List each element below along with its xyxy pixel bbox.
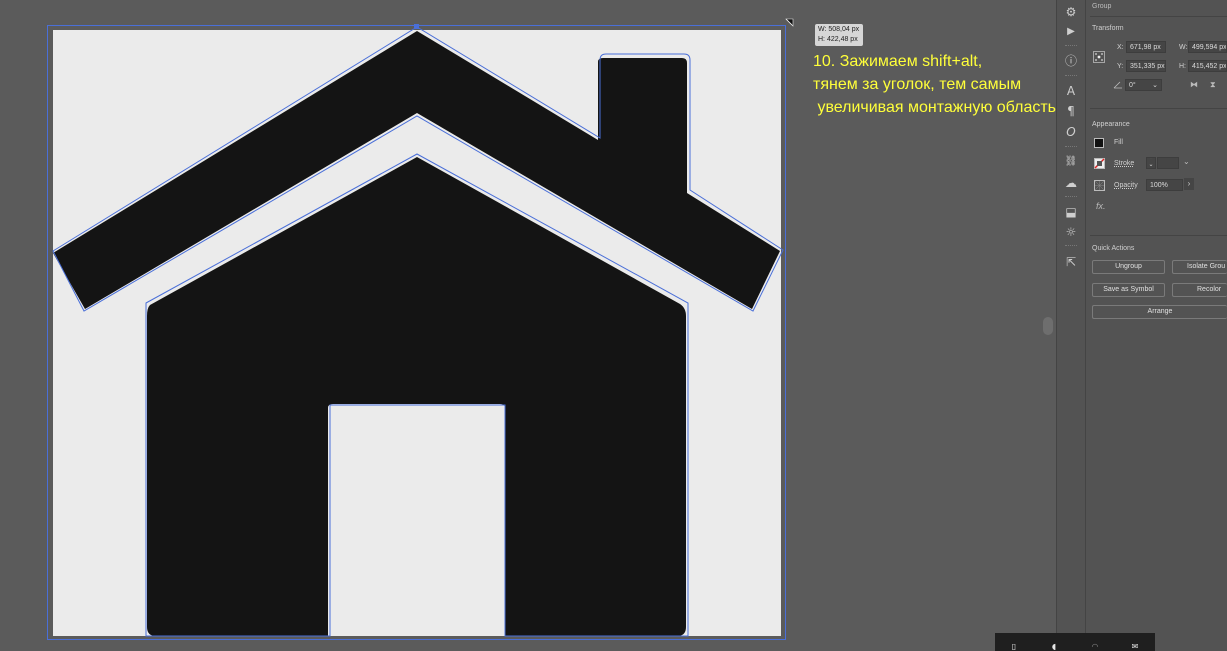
paragraph-icon[interactable]: ¶ (1063, 103, 1079, 119)
panel-divider (1090, 16, 1227, 17)
selection-type-label: Group (1092, 3, 1112, 10)
isolate-group-button[interactable]: Isolate Grou (1172, 260, 1227, 274)
resize-cursor-icon (785, 18, 794, 27)
sun-icon[interactable]: ☼ (1063, 224, 1079, 240)
stroke-none-swatch-icon[interactable] (1094, 158, 1105, 169)
save-as-symbol-button[interactable]: Save as Symbol (1092, 283, 1165, 297)
w-label: W: (1179, 44, 1188, 51)
y-field[interactable]: 351,335 px (1126, 60, 1166, 72)
stroke-weight-field[interactable] (1157, 157, 1179, 169)
y-label: Y: (1117, 63, 1124, 70)
quick-actions-title: Quick Actions (1092, 245, 1135, 252)
fill-swatch[interactable] (1094, 138, 1104, 148)
stroke-label[interactable]: Stroke (1114, 160, 1134, 167)
opentype-icon[interactable]: O (1063, 124, 1079, 140)
fill-label: Fill (1114, 139, 1123, 146)
x-label: X: (1117, 44, 1124, 51)
x-field[interactable]: 671,98 px (1126, 41, 1166, 53)
taskbar-fragment: ▯ ◖ ◠ ✉ (995, 633, 1155, 651)
appearance-section-title: Appearance (1092, 121, 1130, 128)
chevron-right-icon[interactable]: › (1184, 178, 1194, 190)
arrange-button[interactable]: Arrange (1092, 305, 1227, 319)
tool-separator (1065, 146, 1077, 147)
scrollbar-thumb[interactable] (1043, 317, 1053, 335)
tool-separator (1065, 196, 1077, 197)
tooltip-width: W: 508,04 px (818, 26, 860, 33)
tool-separator (1065, 245, 1077, 246)
opacity-icon (1094, 180, 1105, 191)
h-label: H: (1179, 63, 1186, 70)
angle-icon (1113, 81, 1122, 89)
recolor-button[interactable]: Recolor (1172, 283, 1227, 297)
h-field[interactable]: 415,452 px (1188, 60, 1227, 72)
stroke-weight-stepper[interactable]: ⌃ ⌄ (1146, 157, 1156, 169)
network-icon[interactable]: ◠ (1091, 643, 1099, 651)
anchor-point[interactable] (414, 24, 419, 29)
panel-divider (1090, 235, 1227, 236)
external-link-icon[interactable]: ⇱ (1063, 254, 1079, 270)
tool-separator (1065, 75, 1077, 76)
links-icon[interactable]: ⛓ (1063, 154, 1079, 170)
w-field[interactable]: 499,594 px (1188, 41, 1227, 53)
panel-icon-strip: ⚙ ▶ ⓘ A ¶ O ⛓ ☁ ⬓ ☼ ⇱ (1056, 0, 1086, 651)
rotate-angle-value: 0° (1129, 82, 1136, 89)
export-icon[interactable]: ⬓ (1063, 204, 1079, 220)
opacity-label[interactable]: Opacity (1114, 182, 1138, 189)
tooltip-height: H: 422,48 px (818, 36, 858, 43)
opacity-field[interactable]: 100% (1146, 179, 1183, 191)
panel-divider (1090, 108, 1227, 109)
play-icon[interactable]: ▶ (1063, 24, 1079, 40)
size-tooltip: W: 508,04 px H: 422,48 px (815, 24, 863, 46)
flip-vertical-icon[interactable]: ⧗ (1210, 80, 1216, 90)
usb-icon[interactable]: ▯ (1010, 643, 1018, 651)
illustrator-window: W: 508,04 px H: 422,48 px 10. Зажимаем s… (0, 0, 1227, 651)
tool-separator (1065, 45, 1077, 46)
transform-section-title: Transform (1092, 25, 1124, 32)
ungroup-button[interactable]: Ungroup (1092, 260, 1165, 274)
speaker-icon[interactable]: ◖ (1050, 643, 1058, 651)
chevron-down-icon[interactable]: ⌄ (1183, 157, 1190, 166)
flip-horizontal-icon[interactable]: ⧓ (1190, 80, 1198, 89)
properties-panel: Group Transform X: 671,98 px W: 499,594 … (1086, 0, 1227, 651)
reference-point-icon[interactable] (1093, 51, 1105, 63)
tutorial-instruction: 10. Зажимаем shift+alt, тянем за уголок,… (813, 53, 1061, 116)
cc-libraries-icon[interactable]: ☁ (1063, 175, 1079, 191)
chevron-down-icon[interactable]: ⌄ (1152, 80, 1158, 90)
rotate-angle-field[interactable]: 0° ⌄ (1125, 79, 1162, 91)
mail-icon[interactable]: ✉ (1131, 643, 1139, 651)
fx-icon[interactable]: fx. (1096, 201, 1106, 211)
character-icon[interactable]: A (1063, 83, 1079, 99)
info-icon[interactable]: ⓘ (1063, 53, 1079, 69)
gear-icon[interactable]: ⚙ (1063, 4, 1079, 20)
